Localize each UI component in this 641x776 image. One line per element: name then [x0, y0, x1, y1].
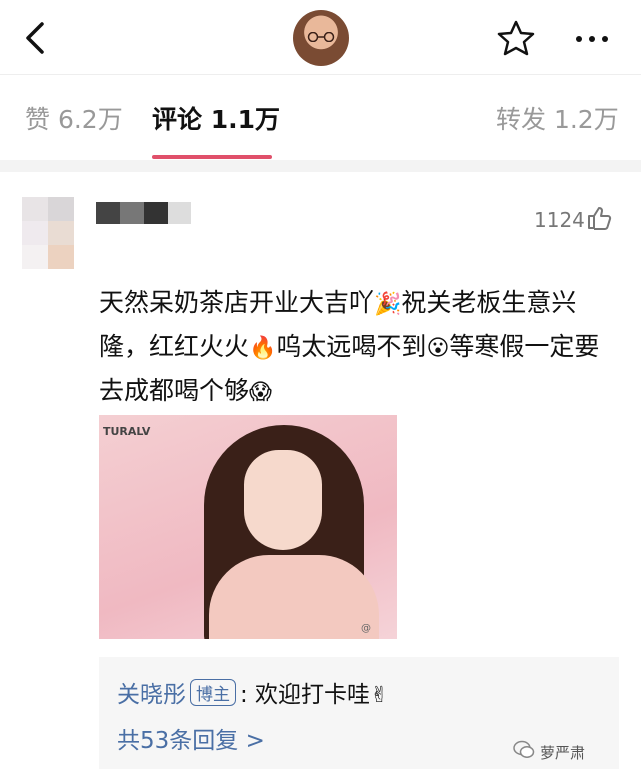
comment-text: 天然呆奶茶店开业大吉吖🎉祝关老板生意兴隆，红红火火🔥呜太远喝不到😮等寒假一定要去… — [99, 282, 619, 414]
view-replies-link[interactable]: 共53条回复 > — [117, 721, 265, 755]
photo-body — [209, 555, 379, 639]
like-count: 1124 — [534, 208, 585, 232]
commenter-avatar[interactable] — [22, 197, 74, 269]
tab-bar: 赞 6.2万 评论 1.1万 转发 1.2万 — [0, 74, 641, 160]
comment-text-part: 天然呆奶茶店开业大吉吖 — [99, 288, 375, 317]
surprised-face-icon: 😮 — [426, 336, 450, 361]
reply-line: 关晓彤 博主: 欢迎打卡哇✌ — [117, 675, 389, 709]
ellipsis-icon[interactable] — [572, 24, 612, 54]
tab-comments[interactable]: 评论 1.1万 — [152, 100, 280, 136]
commenter-name-blurred[interactable] — [96, 202, 191, 228]
top-bar — [0, 0, 641, 75]
watermark-text: 萝严肃 — [540, 744, 586, 762]
reply-author-name[interactable]: 关晓彤 — [117, 682, 186, 708]
comment-text-part: 呜太远喝不到 — [276, 332, 427, 361]
party-popper-icon: 🎉 — [374, 292, 402, 317]
section-divider — [0, 160, 641, 172]
wechat-icon — [513, 740, 535, 758]
tab-reposts[interactable]: 转发 1.2万 — [496, 100, 619, 136]
reply-text: : 欢迎打卡哇 — [240, 682, 371, 708]
chevron-left-icon[interactable] — [18, 18, 52, 58]
star-outline-icon[interactable] — [496, 18, 536, 58]
photo-face — [244, 450, 322, 550]
photo-brand-text: TURALV — [103, 425, 151, 438]
author-avatar[interactable] — [293, 10, 349, 66]
victory-hand-icon: ✌ — [370, 683, 389, 708]
screaming-face-icon: 😱 — [249, 380, 272, 405]
active-tab-indicator — [152, 155, 272, 159]
photo-watermark: @ — [361, 623, 371, 634]
comment-photo[interactable]: TURALV @ — [99, 415, 397, 639]
thumbs-up-icon[interactable] — [586, 205, 612, 231]
glasses-icon — [307, 32, 335, 42]
fire-icon: 🔥 — [249, 336, 277, 361]
author-badge: 博主 — [190, 679, 236, 706]
tab-likes[interactable]: 赞 6.2万 — [25, 100, 123, 136]
